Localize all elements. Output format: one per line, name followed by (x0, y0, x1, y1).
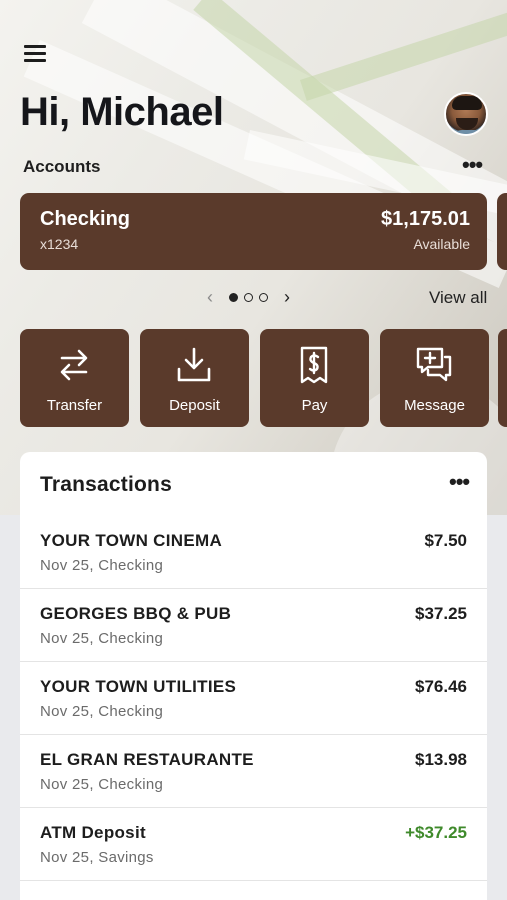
accounts-label: Accounts (23, 157, 101, 176)
accounts-more-icon[interactable]: ••• (462, 154, 483, 176)
account-pager: ‹ › (203, 287, 294, 307)
transaction-meta: Nov 25, Checking (40, 557, 164, 574)
transactions-card: Transactions ••• YOUR TOWN CINEMA Nov 25… (20, 452, 487, 900)
transaction-amount: $13.98 (415, 750, 467, 769)
message-icon (416, 347, 452, 382)
message-button[interactable]: Message (380, 329, 489, 427)
avatar[interactable] (444, 92, 488, 136)
transaction-row[interactable]: YOUR TOWN CINEMA Nov 25, Checking $7.50 (20, 516, 487, 589)
transfer-label: Transfer (46, 397, 103, 414)
pager-dot[interactable] (259, 292, 268, 302)
transaction-meta: Nov 25, Checking (40, 776, 164, 793)
pager-dot-active[interactable] (229, 292, 238, 302)
account-balance: $1,175.01 (381, 208, 470, 230)
transaction-merchant: EL GRAN RESTAURANTE (40, 750, 254, 769)
pay-button[interactable]: Pay (260, 329, 369, 427)
transaction-merchant: YOUR TOWN CINEMA (40, 531, 223, 550)
deposit-label: Deposit (169, 397, 220, 414)
account-number: x1234 (40, 236, 79, 252)
account-name: Checking (40, 208, 131, 230)
transaction-amount: +$37.25 (405, 823, 467, 842)
transaction-amount: $37.25 (415, 604, 467, 623)
transaction-row[interactable]: YOUR TOWN UTILITIES Nov 25, Checking $76… (20, 662, 487, 735)
transactions-title: Transactions (40, 473, 172, 496)
transaction-row[interactable]: GEORGES BBQ & PUB Nov 25, Checking $37.2… (20, 589, 487, 662)
menu-icon[interactable] (24, 45, 46, 63)
transaction-meta: Nov 25, Checking (40, 630, 164, 647)
transaction-amount: $76.46 (415, 677, 467, 696)
view-all-link[interactable]: View all (429, 288, 487, 308)
next-action-peek[interactable] (498, 329, 507, 427)
transaction-merchant: YOUR TOWN UTILITIES (40, 677, 237, 696)
message-label: Message (404, 397, 465, 414)
divider (20, 880, 487, 881)
transaction-meta: Nov 25, Checking (40, 703, 164, 720)
transaction-row[interactable]: ATM Deposit Nov 25, Savings +$37.25 (20, 808, 487, 881)
transaction-amount: $7.50 (424, 531, 467, 550)
next-account-card-peek[interactable] (497, 193, 507, 270)
greeting-title: Hi, Michael (20, 90, 224, 134)
pay-icon (300, 346, 328, 384)
pager-dot[interactable] (244, 292, 253, 302)
account-card-checking[interactable]: Checking x1234 $1,175.01 Available (20, 193, 487, 270)
transaction-merchant: ATM Deposit (40, 823, 146, 842)
deposit-button[interactable]: Deposit (140, 329, 249, 427)
transaction-merchant: GEORGES BBQ & PUB (40, 604, 232, 623)
transaction-row[interactable]: EL GRAN RESTAURANTE Nov 25, Checking $13… (20, 735, 487, 808)
chevron-left-icon[interactable]: ‹ (203, 287, 217, 307)
transaction-meta: Nov 25, Savings (40, 849, 154, 866)
transfer-button[interactable]: Transfer (20, 329, 129, 427)
pay-label: Pay (301, 397, 328, 414)
transfer-icon (60, 349, 88, 381)
chevron-right-icon[interactable]: › (280, 287, 294, 307)
account-balance-label: Available (413, 236, 470, 252)
deposit-icon (177, 347, 211, 382)
transactions-more-icon[interactable]: ••• (449, 471, 470, 493)
